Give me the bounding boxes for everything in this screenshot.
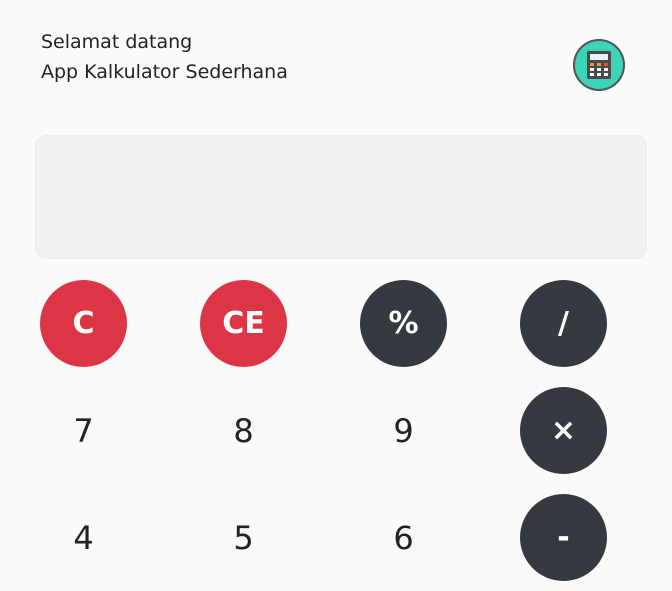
calculator-icon xyxy=(573,39,625,91)
clear-entry-button[interactable]: CE xyxy=(200,280,287,367)
greeting-text: Selamat datang xyxy=(41,31,193,53)
app-title: App Kalkulator Sederhana xyxy=(41,61,288,83)
digit-6-button[interactable]: 6 xyxy=(360,494,447,581)
digit-7-button[interactable]: 7 xyxy=(40,387,127,474)
divide-button[interactable]: / xyxy=(520,280,607,367)
welcome-header: Selamat datang App Kalkulator Sederhana xyxy=(41,27,288,87)
percent-button[interactable]: % xyxy=(360,280,447,367)
digit-5-button[interactable]: 5 xyxy=(200,494,287,581)
subtract-button[interactable]: - xyxy=(520,494,607,581)
digit-8-button[interactable]: 8 xyxy=(200,387,287,474)
multiply-button[interactable]: × xyxy=(520,387,607,474)
clear-button[interactable]: C xyxy=(40,280,127,367)
digit-4-button[interactable]: 4 xyxy=(40,494,127,581)
digit-9-button[interactable]: 9 xyxy=(360,387,447,474)
calculator-display xyxy=(36,136,646,258)
